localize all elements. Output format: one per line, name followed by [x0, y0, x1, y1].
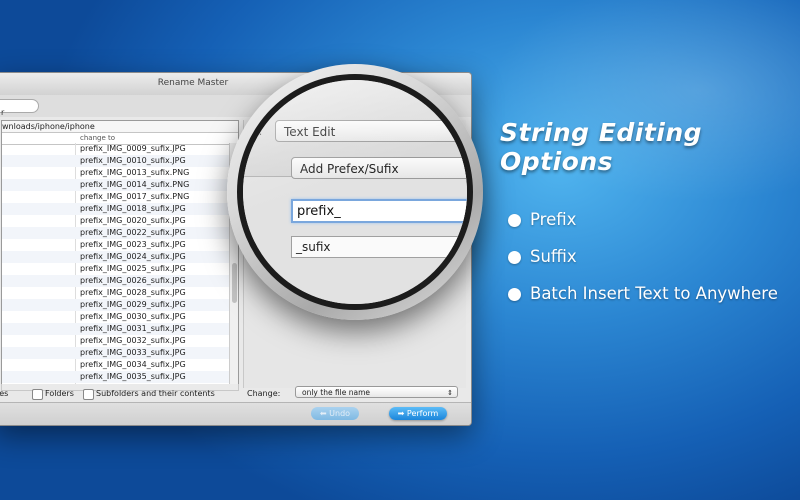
perform-button[interactable]: ➡ Perform — [389, 407, 447, 420]
window-title: Rename Master — [157, 78, 229, 88]
search-field[interactable] — [0, 99, 39, 113]
table-row[interactable]: prefix_IMG_0023_sufix.JPG — [2, 239, 230, 251]
headline: String Editing Options — [500, 118, 703, 176]
prefix-value: prefix_ — [297, 204, 341, 219]
bullet-dot-icon — [508, 288, 521, 301]
table-row[interactable]: prefix_IMG_0026_sufix.JPG — [2, 275, 230, 287]
table-row[interactable]: prefix_IMG_0022_sufix.JPG — [2, 227, 230, 239]
feature-text: Prefix — [530, 210, 577, 229]
scrollbar-thumb[interactable] — [232, 263, 237, 303]
bottom-options-bar: les Folders Subfolders and their content… — [0, 386, 471, 402]
table-row[interactable]: prefix_IMG_0033_sufix.JPG — [2, 347, 230, 359]
table-row[interactable]: prefix_IMG_0024_sufix.JPG — [2, 251, 230, 263]
window-footer: ⬅ Undo ➡ Perform — [0, 402, 471, 425]
subfolders-checkbox[interactable] — [83, 389, 94, 400]
table-row[interactable]: prefix_IMG_0028_sufix.JPG — [2, 287, 230, 299]
toolbar-label: r — [1, 108, 5, 117]
feature-text: Suffix — [530, 247, 577, 266]
bullet-dot-icon — [508, 214, 521, 227]
feature-text: Batch Insert Text to Anywhere — [530, 284, 778, 303]
magnifier-lens: ⋮ Text Edit Add Prefex/Sufix prefix_ _su… — [243, 80, 467, 304]
table-row[interactable]: prefix_IMG_0029_sufix.JPG — [2, 299, 230, 311]
table-row[interactable]: prefix_IMG_0030_sufix.JPG — [2, 311, 230, 323]
edit-mode-dropdown[interactable]: Text Edit — [275, 120, 467, 142]
folders-checkbox[interactable] — [32, 389, 43, 400]
change-label: Change: — [247, 389, 281, 398]
action-dropdown[interactable]: Add Prefex/Sufix — [291, 157, 467, 179]
updown-arrows-icon: ⇕ — [447, 389, 453, 397]
table-row[interactable]: prefix_IMG_0034_sufix.JPG — [2, 359, 230, 371]
bullet-dot-icon — [508, 251, 521, 264]
folder-path: wnloads/iphone/iphone — [2, 121, 238, 133]
table-row[interactable]: prefix_IMG_0035_sufix.JPG — [2, 371, 230, 383]
table-row[interactable]: prefix_IMG_0018_sufix.JPG — [2, 203, 230, 215]
table-row[interactable]: prefix_IMG_0025_sufix.JPG — [2, 263, 230, 275]
undo-label: Undo — [329, 409, 351, 418]
undo-button[interactable]: ⬅ Undo — [311, 407, 359, 420]
table-row[interactable]: prefix_IMG_0014_sufix.PNG — [2, 179, 230, 191]
table-row[interactable]: prefix_IMG_0013_sufix.PNG — [2, 167, 230, 179]
undo-arrow-icon: ⬅ — [319, 409, 330, 418]
file-rows: prefix_IMG_0009_sufix.JPG prefix_IMG_0010… — [2, 143, 230, 383]
perform-arrow-icon: ➡ — [397, 409, 407, 418]
change-scope-select[interactable]: only the file name ⇕ — [295, 386, 458, 398]
table-row[interactable]: prefix_IMG_0009_sufix.JPG — [2, 143, 230, 155]
suffix-input[interactable]: _sufix — [291, 236, 467, 258]
drag-handle-icon[interactable]: ⋮ — [255, 124, 266, 137]
folders-label: Folders — [45, 389, 74, 398]
files-label: les — [0, 389, 9, 398]
magnifier-glass: ⋮ Text Edit Add Prefex/Sufix prefix_ _su… — [227, 64, 483, 320]
table-row[interactable]: prefix_IMG_0010_sufix.JPG — [2, 155, 230, 167]
prefix-input[interactable]: prefix_ — [291, 199, 467, 223]
suffix-value: _sufix — [296, 240, 331, 254]
table-row[interactable]: prefix_IMG_0031_sufix.JPG — [2, 323, 230, 335]
file-list: wnloads/iphone/iphone change to prefix_I… — [1, 120, 239, 386]
change-scope-value: only the file name — [302, 388, 371, 397]
subfolders-label: Subfolders and their contents — [96, 389, 215, 398]
table-row[interactable]: prefix_IMG_0032_sufix.JPG — [2, 335, 230, 347]
table-row[interactable]: prefix_IMG_0020_sufix.JPG — [2, 215, 230, 227]
table-row[interactable]: prefix_IMG_0017_sufix.PNG — [2, 191, 230, 203]
perform-label: Perform — [406, 409, 439, 418]
